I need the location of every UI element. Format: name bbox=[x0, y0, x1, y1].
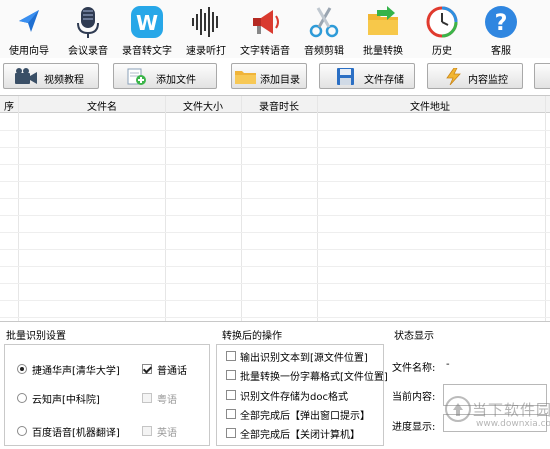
help-question-icon: ? bbox=[485, 6, 517, 38]
table-row bbox=[0, 317, 550, 318]
table-row bbox=[0, 300, 550, 301]
language-label-cantonese: 粤语 bbox=[157, 395, 177, 406]
add-directory-button[interactable]: 添加目录 bbox=[231, 63, 307, 89]
add-file-label: 添加文件 bbox=[156, 75, 196, 86]
toolbar-item-meeting-record[interactable]: 会议录音 bbox=[65, 2, 111, 57]
option-label-doc-format[interactable]: 识别文件存储为doc格式 bbox=[240, 388, 348, 403]
toolbar-item-audio-to-text[interactable]: W 录音转文字 bbox=[122, 2, 172, 57]
folder-icon bbox=[235, 71, 256, 84]
progress-label: 进度显示: bbox=[392, 422, 436, 433]
toolbar-item-fast-typing[interactable]: 速录听打 bbox=[183, 2, 229, 57]
more-button[interactable] bbox=[534, 63, 550, 89]
navigation-arrow-icon bbox=[19, 10, 39, 32]
watermark-url: www.downxia.com bbox=[476, 419, 550, 429]
table-row bbox=[0, 266, 550, 267]
main-toolbar: 使用向导 会议录音 W 录音转文字 速录听打 文字转语音 音频剪辑 批量转换 历… bbox=[0, 0, 550, 58]
option-label-shutdown[interactable]: 全部完成后【关闭计算机】 bbox=[240, 426, 360, 441]
current-content-label: 当前内容: bbox=[392, 392, 436, 403]
megaphone-icon bbox=[253, 10, 279, 34]
column-header-index[interactable]: 序 bbox=[4, 98, 14, 113]
action-button-row: 视频教程 添加文件 添加目录 文件存储 内容监控 bbox=[0, 60, 550, 92]
option-checkbox-doc-format[interactable] bbox=[226, 390, 236, 400]
toolbar-item-history[interactable]: 历史 bbox=[419, 2, 465, 57]
toolbar-item-support[interactable]: ? 客服 bbox=[478, 2, 524, 57]
option-checkbox-output-text[interactable] bbox=[226, 351, 236, 361]
scissors-icon bbox=[309, 7, 339, 38]
table-row bbox=[0, 147, 550, 148]
file-storage-button[interactable]: 文件存储 bbox=[319, 63, 415, 89]
table-header: 序 文件名 文件大小 录音时长 文件地址 bbox=[0, 96, 550, 113]
w-badge-icon: W bbox=[131, 6, 163, 38]
engine-label-yunzhisheng[interactable]: 云知声[中科院] bbox=[32, 391, 100, 406]
option-label-subtitle[interactable]: 批量转换一份字幕格式[文件位置] bbox=[240, 368, 388, 383]
option-label-output-text[interactable]: 输出识别文本到[源文件位置] bbox=[240, 349, 368, 364]
after-actions-title: 转换后的操作 bbox=[222, 331, 282, 342]
table-row bbox=[0, 232, 550, 233]
toolbar-label-support: 客服 bbox=[491, 46, 511, 57]
language-label-english: 英语 bbox=[157, 428, 177, 439]
file-storage-label: 文件存储 bbox=[364, 75, 404, 86]
toolbar-item-text-to-speech[interactable]: 文字转语音 bbox=[240, 2, 290, 57]
language-checkbox-english bbox=[142, 426, 152, 436]
batch-settings-title: 批量识别设置 bbox=[6, 331, 66, 342]
video-tutorial-label: 视频教程 bbox=[44, 75, 84, 86]
option-checkbox-subtitle[interactable] bbox=[226, 370, 236, 380]
column-header-duration[interactable]: 录音时长 bbox=[241, 98, 317, 113]
table-row bbox=[0, 181, 550, 182]
engine-label-jietong[interactable]: 捷通华声[清华大学] bbox=[32, 362, 120, 377]
add-directory-label: 添加目录 bbox=[260, 75, 300, 86]
engine-label-baidu[interactable]: 百度语音[机器翻译] bbox=[32, 424, 120, 439]
toolbar-label-text-to-speech: 文字转语音 bbox=[240, 46, 290, 57]
toolbar-label-audio-edit: 音频剪辑 bbox=[304, 46, 344, 57]
language-checkbox-cantonese bbox=[142, 393, 152, 403]
video-camera-icon bbox=[15, 68, 37, 84]
language-checkbox-mandarin[interactable] bbox=[142, 364, 152, 374]
floppy-disk-icon bbox=[337, 68, 354, 85]
column-header-filename[interactable]: 文件名 bbox=[62, 98, 142, 113]
table-row bbox=[0, 283, 550, 284]
language-label-mandarin[interactable]: 普通话 bbox=[157, 362, 187, 377]
engine-radio-baidu[interactable] bbox=[17, 426, 27, 436]
watermark-logo-icon bbox=[445, 396, 471, 422]
filename-value: - bbox=[446, 359, 450, 370]
toolbar-label-meeting-record: 会议录音 bbox=[68, 46, 108, 57]
column-header-filepath[interactable]: 文件地址 bbox=[330, 98, 530, 113]
content-monitor-button[interactable]: 内容监控 bbox=[427, 63, 523, 89]
lightning-bolt-icon bbox=[446, 68, 461, 85]
sound-wave-icon bbox=[192, 7, 218, 37]
watermark: 当下软件园 www.downxia.com bbox=[440, 385, 550, 445]
add-file-button[interactable]: 添加文件 bbox=[113, 63, 217, 89]
microphone-icon bbox=[77, 7, 99, 38]
folder-arrow-icon bbox=[368, 6, 398, 35]
toolbar-label-audio-to-text: 录音转文字 bbox=[122, 46, 172, 57]
option-checkbox-popup[interactable] bbox=[226, 409, 236, 419]
table-row bbox=[0, 198, 550, 199]
content-monitor-label: 内容监控 bbox=[468, 75, 508, 86]
table-row bbox=[0, 130, 550, 131]
file-list-table[interactable]: 序 文件名 文件大小 录音时长 文件地址 bbox=[0, 95, 550, 321]
video-tutorial-button[interactable]: 视频教程 bbox=[3, 63, 99, 89]
engine-radio-jietong[interactable] bbox=[17, 364, 27, 374]
watermark-text: 当下软件园 bbox=[472, 401, 550, 419]
toolbar-label-batch-convert: 批量转换 bbox=[363, 46, 403, 57]
table-row bbox=[0, 164, 550, 165]
engine-radio-yunzhisheng[interactable] bbox=[17, 393, 27, 403]
table-row bbox=[0, 215, 550, 216]
svg-text:W: W bbox=[136, 11, 158, 35]
toolbar-item-audio-edit[interactable]: 音频剪辑 bbox=[301, 2, 347, 57]
history-clock-icon bbox=[426, 6, 458, 38]
option-label-popup[interactable]: 全部完成后【弹出窗口提示】 bbox=[240, 407, 370, 422]
toolbar-item-guide[interactable]: 使用向导 bbox=[6, 2, 52, 57]
toolbar-label-history: 历史 bbox=[432, 46, 452, 57]
option-checkbox-shutdown[interactable] bbox=[226, 428, 236, 438]
status-title: 状态显示 bbox=[394, 331, 434, 342]
toolbar-item-batch-convert[interactable]: 批量转换 bbox=[360, 2, 406, 57]
toolbar-label-fast-typing: 速录听打 bbox=[186, 46, 226, 57]
column-header-filesize[interactable]: 文件大小 bbox=[165, 98, 241, 113]
toolbar-label-guide: 使用向导 bbox=[9, 46, 49, 57]
table-row bbox=[0, 249, 550, 250]
svg-text:?: ? bbox=[495, 11, 508, 36]
filename-label: 文件名称: bbox=[392, 363, 436, 374]
add-file-icon bbox=[127, 68, 146, 85]
